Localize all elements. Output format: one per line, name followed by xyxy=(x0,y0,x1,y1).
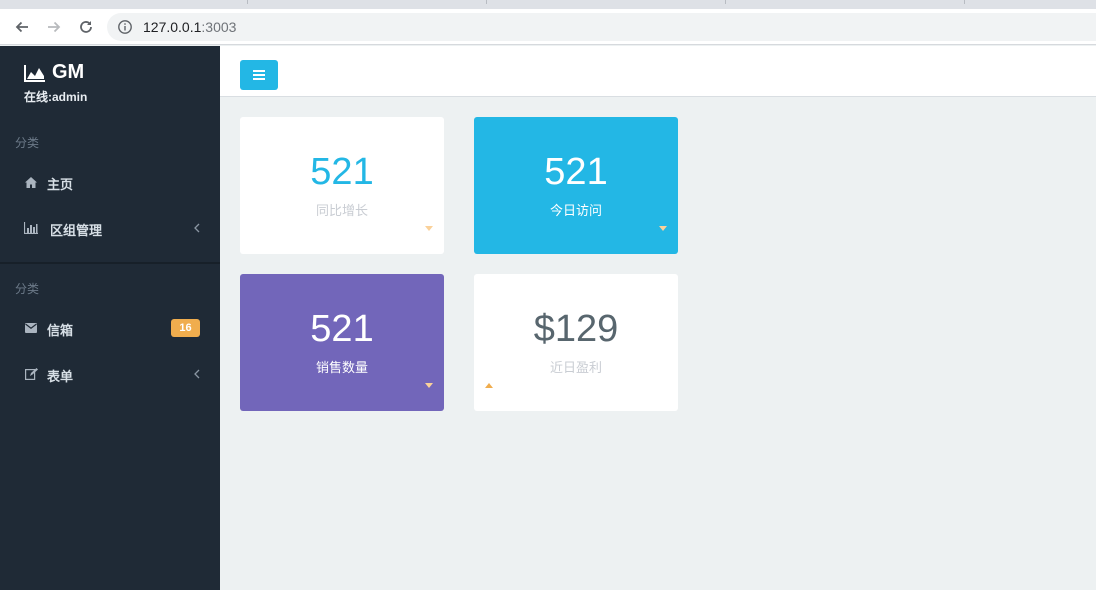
stat-card-yoy-growth[interactable]: 521 同比增长 xyxy=(240,117,444,254)
tab-separator xyxy=(486,0,487,4)
edit-icon xyxy=(24,367,38,381)
brand-title: GM xyxy=(52,61,85,83)
home-icon xyxy=(24,175,38,189)
caret-down-icon xyxy=(659,226,667,231)
sidebar: GM 在线:admin 分类 主页 区组管理 分类 信箱 16 表单 xyxy=(0,46,220,590)
envelope-icon xyxy=(24,321,38,335)
stat-label: 今日访问 xyxy=(549,203,602,218)
address-bar[interactable]: 127.0.0.1:3003 xyxy=(107,13,1096,41)
mail-count-badge: 16 xyxy=(171,319,200,337)
stat-card-today-visits[interactable]: 521 今日访问 xyxy=(474,117,678,254)
browser-toolbar: 127.0.0.1:3003 xyxy=(0,9,1096,45)
menu-toggle-button[interactable] xyxy=(240,60,278,90)
section-label: 分类 xyxy=(15,136,40,150)
info-icon[interactable] xyxy=(117,19,133,35)
stat-label: 同比增长 xyxy=(315,203,368,218)
tab-separator xyxy=(247,0,248,4)
sidebar-item-home[interactable]: 主页 xyxy=(0,160,220,204)
sidebar-item-zone-management[interactable]: 区组管理 xyxy=(0,206,220,250)
top-header xyxy=(220,46,1096,97)
tab-separator xyxy=(964,0,965,4)
reload-icon xyxy=(80,21,92,33)
url-text[interactable]: 127.0.0.1:3003 xyxy=(143,19,236,35)
arrow-left-icon xyxy=(15,21,28,33)
forward-button[interactable] xyxy=(42,15,66,39)
stat-value: 521 xyxy=(544,151,608,193)
sidebar-item-label: 区组管理 xyxy=(50,223,103,238)
sidebar-item-forms[interactable]: 表单 xyxy=(0,352,220,396)
url-port: :3003 xyxy=(201,19,237,35)
caret-up-icon xyxy=(485,383,493,388)
sidebar-item-label: 信箱 xyxy=(47,323,74,338)
bar-chart-icon xyxy=(24,221,38,235)
caret-down-icon xyxy=(425,226,433,231)
stat-card-sales-count[interactable]: 521 销售数量 xyxy=(240,274,444,411)
brand-logo[interactable]: GM xyxy=(24,61,84,84)
back-button[interactable] xyxy=(10,15,34,39)
online-user: 在线:admin xyxy=(24,90,88,104)
sidebar-item-label: 主页 xyxy=(47,177,74,192)
chevron-left-icon xyxy=(194,221,200,236)
sidebar-divider xyxy=(0,262,220,264)
stat-label: 销售数量 xyxy=(315,360,368,375)
hamburger-icon xyxy=(253,70,265,80)
sidebar-item-label: 表单 xyxy=(47,369,74,384)
caret-down-icon xyxy=(425,383,433,388)
stat-value: 521 xyxy=(310,151,374,193)
browser-tabstrip xyxy=(0,0,1096,9)
stat-value: 521 xyxy=(310,308,374,350)
area-chart-icon xyxy=(24,64,45,82)
arrow-right-icon xyxy=(48,21,61,33)
tab-separator xyxy=(725,0,726,4)
section-label: 分类 xyxy=(15,282,40,296)
reload-button[interactable] xyxy=(74,15,98,39)
stat-value: $129 xyxy=(533,308,619,350)
stat-card-recent-profit[interactable]: $129 近日盈利 xyxy=(474,274,678,411)
chevron-left-icon xyxy=(194,367,200,382)
url-host: 127.0.0.1 xyxy=(143,19,202,35)
stat-label: 近日盈利 xyxy=(549,360,602,375)
sidebar-item-mailbox[interactable]: 信箱 16 xyxy=(0,306,220,350)
